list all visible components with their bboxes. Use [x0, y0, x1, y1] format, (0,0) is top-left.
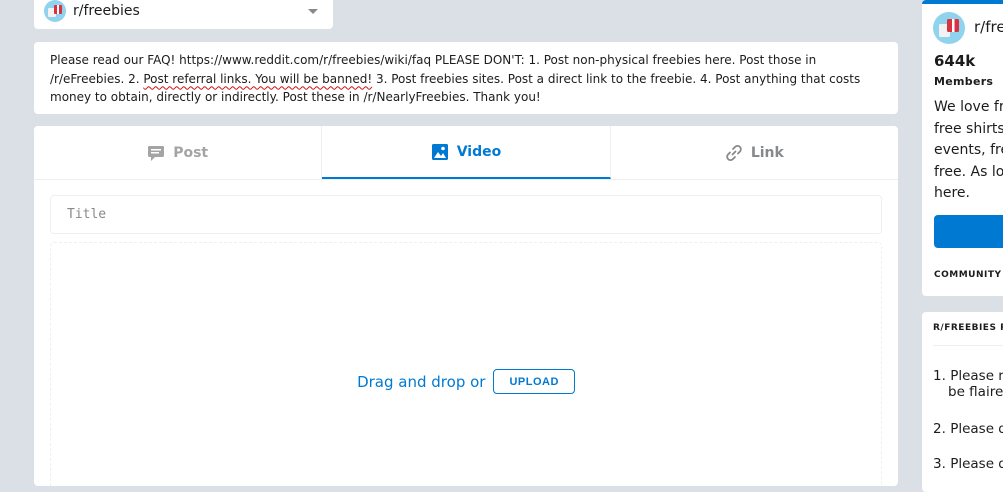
rule-number: 3.	[933, 456, 946, 472]
community-name: r/freebies	[73, 2, 140, 19]
post-type-tabs: Post Video Link	[34, 126, 898, 180]
rule-text: Please re	[950, 368, 1003, 384]
description-line: here.	[934, 185, 970, 201]
rule-text: Please d	[950, 421, 1003, 437]
rules-card: R/FREEBIES R 1. Please re be flaired 2. …	[922, 312, 1003, 492]
post-icon	[148, 145, 165, 161]
rules-title: R/FREEBIES R	[933, 323, 1003, 333]
description-line: We love fre	[934, 99, 1003, 115]
rule-item[interactable]: 2. Please d	[933, 421, 1003, 437]
rule-text: Please d	[950, 456, 1003, 472]
tab-link-label: Link	[750, 144, 784, 161]
community-info-card: r/fre 644k Members We love fre free shir…	[922, 0, 1003, 296]
tab-link[interactable]: Link	[611, 126, 898, 179]
tab-video-label: Video	[456, 143, 502, 160]
community-options-toggle[interactable]: COMMUNITY	[934, 270, 1002, 280]
link-icon	[726, 144, 742, 161]
community-description: We love fre free shirts, events, fre fre…	[934, 97, 1003, 205]
chevron-down-icon[interactable]	[305, 3, 321, 19]
community-selector[interactable]: r/freebies	[34, 0, 333, 29]
sidebar-community-name[interactable]: r/fre	[974, 18, 1003, 36]
community-avatar-icon	[933, 12, 965, 44]
post-form-card: Post Video Link Drag and drop or UPLOAD	[34, 126, 898, 486]
media-dropzone[interactable]: Drag and drop or UPLOAD	[50, 242, 882, 486]
rule-number: 2.	[933, 421, 946, 437]
rule-item[interactable]: 3. Please d	[933, 456, 1003, 472]
description-line: free shirts,	[934, 120, 1003, 137]
tab-video[interactable]: Video	[322, 126, 611, 179]
rules-divider	[933, 345, 1003, 346]
freebies-avatar-icon	[44, 0, 66, 22]
members-label: Members	[934, 75, 994, 88]
image-icon	[431, 143, 448, 160]
description-line: events, fre	[934, 142, 1003, 158]
upload-button[interactable]: UPLOAD	[493, 369, 575, 394]
faq-banner: Please read our FAQ! https://www.reddit.…	[34, 42, 898, 114]
rule-item[interactable]: 1. Please re be flaired	[933, 368, 1003, 400]
faq-text: Please read our FAQ! https://www.reddit.…	[50, 51, 882, 107]
card-accent-bar	[922, 0, 1003, 4]
drop-row: Drag and drop or UPLOAD	[51, 369, 881, 394]
rule-number: 1.	[933, 368, 946, 384]
faq-text-underlined: Post referral links. You will be banned!	[143, 71, 373, 86]
members-count: 644k	[934, 52, 976, 70]
drop-instructions: Drag and drop or	[357, 372, 486, 391]
description-line: free. As lor	[934, 163, 1003, 180]
tab-post[interactable]: Post	[34, 126, 323, 179]
join-button[interactable]	[934, 215, 1003, 248]
tab-post-label: Post	[173, 144, 209, 161]
rule-text-cont: be flaired	[948, 384, 1003, 400]
title-input[interactable]	[50, 195, 882, 234]
